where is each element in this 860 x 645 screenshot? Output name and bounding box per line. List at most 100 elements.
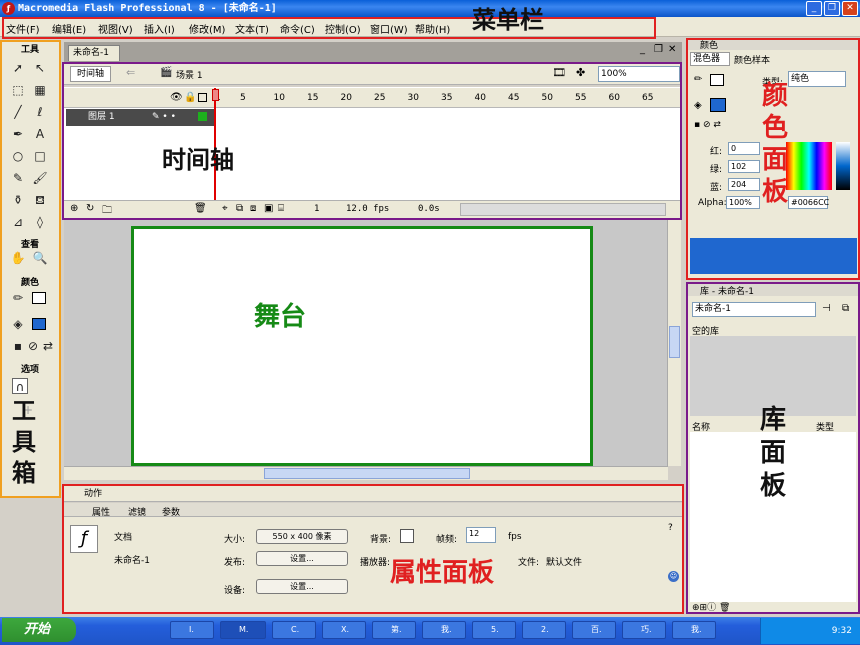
tab-mixer[interactable]: 混色器: [690, 52, 730, 66]
document-tab[interactable]: 未命名-1: [68, 45, 120, 61]
pin-library-icon[interactable]: ⊣: [822, 303, 831, 314]
eye-icon[interactable]: 👁: [170, 92, 183, 103]
clock[interactable]: 9:32: [832, 626, 852, 636]
taskbar-item-9[interactable]: 百.: [572, 621, 616, 639]
lock-icon[interactable]: 🔒: [184, 92, 196, 103]
green-input[interactable]: 102: [728, 160, 760, 173]
default-colors-icon[interactable]: ▪: [10, 338, 26, 354]
timeline-hscrollbar[interactable]: [460, 203, 666, 216]
doc-minimize-icon[interactable]: _: [640, 44, 645, 55]
taskbar-item-5[interactable]: 第.: [372, 621, 416, 639]
taskbar-item-2[interactable]: M.: [220, 621, 266, 639]
blue-input[interactable]: 204: [728, 178, 760, 191]
help-icon[interactable]: ?: [668, 523, 673, 533]
edit-scene-icon[interactable]: 🎞: [552, 66, 566, 79]
restore-icon[interactable]: ❐: [824, 1, 840, 16]
color-spectrum[interactable]: [786, 142, 832, 190]
lasso-tool-icon[interactable]: ℓ: [32, 104, 48, 120]
ink-bottle-icon[interactable]: ⚱: [10, 192, 26, 208]
brightness-slider[interactable]: [836, 142, 850, 190]
free-transform-icon[interactable]: ⬚: [10, 82, 26, 98]
library-document-select[interactable]: 未命名-1: [692, 302, 816, 317]
modify-markers-icon[interactable]: ⌸: [278, 203, 284, 214]
zoom-tool-icon[interactable]: 🔍: [32, 250, 48, 266]
hscroll-thumb[interactable]: [264, 468, 470, 479]
edit-symbol-icon[interactable]: ✤: [576, 66, 585, 79]
publish-settings-button[interactable]: 设置...: [256, 551, 348, 566]
stroke-color-icon[interactable]: ✏: [10, 290, 26, 306]
minimize-icon[interactable]: _: [806, 1, 822, 16]
vscroll-thumb[interactable]: [669, 326, 680, 358]
taskbar-item-6[interactable]: 我.: [422, 621, 466, 639]
eyedropper-icon[interactable]: ⊿: [10, 214, 26, 230]
hex-input[interactable]: #0066CC: [788, 196, 829, 209]
new-library-icon[interactable]: ⧉: [842, 303, 849, 314]
device-settings-button[interactable]: 设置...: [256, 579, 348, 594]
color-panel-header[interactable]: 颜色: [688, 38, 859, 51]
snap-magnet-icon[interactable]: ∩: [12, 378, 28, 394]
center-frame-icon[interactable]: ⌖: [222, 203, 228, 214]
taskbar-item-7[interactable]: 5.: [472, 621, 516, 639]
timeline-toggle-button[interactable]: 时间轴: [70, 66, 112, 82]
alpha-input[interactable]: 100%: [726, 196, 760, 209]
layer-row[interactable]: 图层 1: [66, 109, 216, 126]
back-arrow-icon[interactable]: ⇐: [126, 66, 135, 79]
text-tool-icon[interactable]: A: [32, 126, 48, 142]
close-icon[interactable]: ✕: [842, 1, 858, 16]
zoom-select[interactable]: 100%: [598, 66, 680, 82]
menu-window[interactable]: 窗口(W): [370, 21, 408, 36]
taskbar-item-1[interactable]: I.: [170, 621, 214, 639]
menu-text[interactable]: 文本(T): [235, 21, 269, 36]
start-button[interactable]: 开始: [2, 618, 76, 642]
menu-commands[interactable]: 命令(C): [280, 21, 315, 36]
background-color-swatch[interactable]: [400, 529, 414, 543]
add-guide-icon[interactable]: ↻: [86, 203, 94, 214]
stroke-color-swatch[interactable]: [32, 292, 46, 304]
eraser-tool-icon[interactable]: ◊: [32, 214, 48, 230]
taskbar-item-4[interactable]: X.: [322, 621, 366, 639]
tab-parameters[interactable]: 参数: [162, 505, 180, 518]
red-input[interactable]: 0: [728, 142, 760, 155]
mixer-fill-swatch[interactable]: [710, 98, 726, 112]
insert-layer-icon[interactable]: ⊕: [70, 203, 78, 214]
actions-panel-header[interactable]: 动作: [64, 486, 684, 502]
accessibility-icon[interactable]: ☺: [668, 571, 679, 582]
menu-file[interactable]: 文件(F): [6, 21, 40, 36]
pencil-tool-icon[interactable]: ✎: [10, 170, 26, 186]
stroke-pencil-icon[interactable]: ✏: [694, 74, 702, 85]
insert-folder-icon[interactable]: 🗀: [102, 203, 112, 220]
tab-swatches[interactable]: 颜色样本: [734, 53, 770, 66]
fill-bucket-icon[interactable]: ◈: [694, 100, 702, 111]
mixer-tools-icon[interactable]: ▪ ⊘ ⇄: [694, 120, 721, 130]
doc-close-icon[interactable]: ✕: [668, 44, 676, 55]
menu-control[interactable]: 控制(O): [325, 21, 361, 36]
tab-properties[interactable]: 属性: [92, 505, 110, 518]
mixer-stroke-swatch[interactable]: [710, 74, 724, 86]
fill-color-swatch[interactable]: [32, 318, 46, 330]
frame-rate-input[interactable]: 12: [466, 527, 496, 543]
menu-edit[interactable]: 编辑(E): [52, 21, 86, 36]
document-size-button[interactable]: 550 x 400 像素: [256, 529, 348, 544]
library-panel-header[interactable]: 库 - 未命名-1: [688, 284, 859, 297]
subselect-tool-icon[interactable]: ↖: [32, 60, 48, 76]
fill-transform-icon[interactable]: ▦: [32, 82, 48, 98]
taskbar-item-3[interactable]: C.: [272, 621, 316, 639]
swap-colors-icon[interactable]: ⇄: [40, 338, 56, 354]
no-color-icon[interactable]: ⊘: [25, 338, 41, 354]
doc-restore-icon[interactable]: ❐: [654, 44, 663, 55]
stage-vscrollbar[interactable]: [667, 220, 681, 466]
paint-bucket-icon[interactable]: ⛾: [32, 192, 48, 208]
menu-insert[interactable]: 插入(I): [144, 21, 175, 36]
arrow-tool-icon[interactable]: ➚: [10, 60, 26, 76]
menu-view[interactable]: 视图(V): [98, 21, 133, 36]
fill-color-icon[interactable]: ◈: [10, 316, 26, 332]
brush-tool-icon[interactable]: 🖌: [32, 170, 48, 186]
oval-tool-icon[interactable]: ○: [10, 148, 26, 164]
onion-outline-icon[interactable]: ⧈: [250, 203, 256, 214]
line-tool-icon[interactable]: ╱: [10, 104, 26, 120]
taskbar-item-11[interactable]: 我.: [672, 621, 716, 639]
outline-icon[interactable]: [198, 93, 207, 102]
taskbar-item-8[interactable]: 2.: [522, 621, 566, 639]
menu-help[interactable]: 帮助(H): [415, 21, 450, 36]
color-type-select[interactable]: 纯色: [788, 71, 846, 87]
